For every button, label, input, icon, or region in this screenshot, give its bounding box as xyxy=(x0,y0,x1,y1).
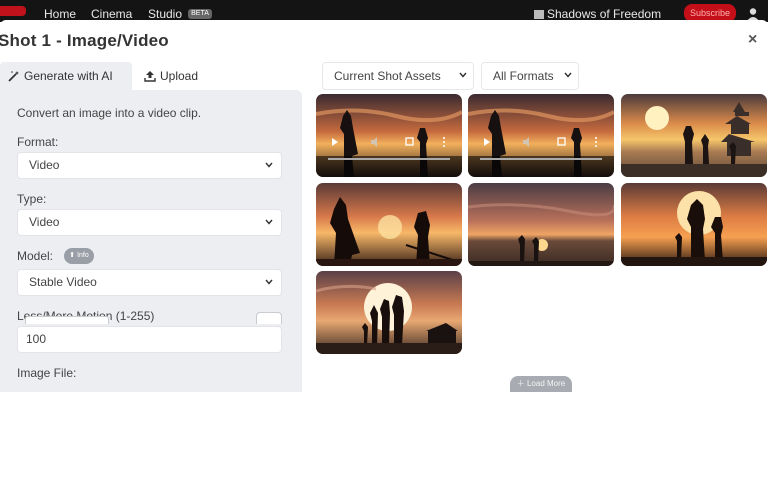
asset-image-thumbnail[interactable] xyxy=(316,183,462,266)
form-description: Convert an image into a video clip. xyxy=(17,106,202,120)
user-icon[interactable] xyxy=(746,7,760,21)
model-select[interactable]: Stable Video xyxy=(17,269,282,296)
tab-generate-with-ai[interactable]: Generate with AI xyxy=(0,62,132,90)
format-label: Format: xyxy=(17,135,59,149)
top-navbar: Home Cinema Studio BETA Shadows of Freed… xyxy=(0,0,768,22)
generate-form-panel: Convert an image into a video clip. Form… xyxy=(0,90,302,392)
file-action-button[interactable] xyxy=(256,312,282,324)
format-select[interactable]: Video xyxy=(17,152,282,179)
motion-input[interactable]: 100 xyxy=(17,326,282,353)
formats-filter-select[interactable]: All Formats xyxy=(481,62,579,90)
assets-filter-value: Current Shot Assets xyxy=(334,69,441,83)
nav-link-cinema[interactable]: Cinema xyxy=(91,7,132,21)
model-info-label: Info xyxy=(77,252,89,259)
nav-link-home[interactable]: Home xyxy=(44,7,76,21)
close-icon[interactable]: × xyxy=(748,31,757,49)
project-title: Shadows of Freedom xyxy=(547,7,662,21)
tab-upload-label: Upload xyxy=(160,69,199,83)
brand-logo[interactable] xyxy=(0,6,26,16)
formats-filter-value: All Formats xyxy=(493,69,554,83)
plus-icon: ＋ xyxy=(516,379,525,388)
project-selector[interactable]: Shadows of Freedom xyxy=(534,7,661,21)
upload-icon xyxy=(144,71,156,82)
asset-image-thumbnail[interactable] xyxy=(316,271,462,354)
load-more-button[interactable]: ＋ Load More xyxy=(510,376,572,392)
assets-filter-select[interactable]: Current Shot Assets xyxy=(322,62,474,90)
type-label: Type: xyxy=(17,192,47,206)
chevron-down-icon xyxy=(265,219,273,225)
image-file-label: Image File: xyxy=(17,366,77,380)
model-label: Model: xyxy=(17,249,54,263)
chevron-down-icon xyxy=(265,162,273,168)
asset-image-thumbnail[interactable] xyxy=(468,183,614,266)
format-select-value: Video xyxy=(29,158,60,172)
film-icon xyxy=(534,10,544,19)
type-select-value: Video xyxy=(29,215,60,229)
asset-video-thumbnail[interactable] xyxy=(316,94,462,177)
info-icon: ⬆ xyxy=(69,252,76,259)
chevron-down-icon xyxy=(564,72,572,78)
asset-image-thumbnail[interactable] xyxy=(621,183,767,266)
magic-wand-icon xyxy=(8,71,19,82)
choose-file-button[interactable] xyxy=(25,316,109,324)
nav-link-studio[interactable]: Studio xyxy=(148,7,182,21)
tab-generate-label: Generate with AI xyxy=(24,69,113,83)
chevron-down-icon xyxy=(265,279,273,285)
asset-video-thumbnail[interactable] xyxy=(468,94,614,177)
type-select[interactable]: Video xyxy=(17,209,282,236)
shot-asset-modal: Shot 1 - Image/Video × Generate with AI … xyxy=(0,20,768,392)
asset-image-thumbnail[interactable] xyxy=(621,94,767,177)
chevron-down-icon xyxy=(459,72,467,78)
model-info-button[interactable]: ⬆ Info xyxy=(64,248,94,264)
beta-badge: BETA xyxy=(188,9,212,19)
load-more-label: Load More xyxy=(526,379,566,388)
model-select-value: Stable Video xyxy=(29,275,97,289)
tab-upload[interactable]: Upload xyxy=(136,62,208,90)
modal-title: Shot 1 - Image/Video xyxy=(0,31,169,50)
